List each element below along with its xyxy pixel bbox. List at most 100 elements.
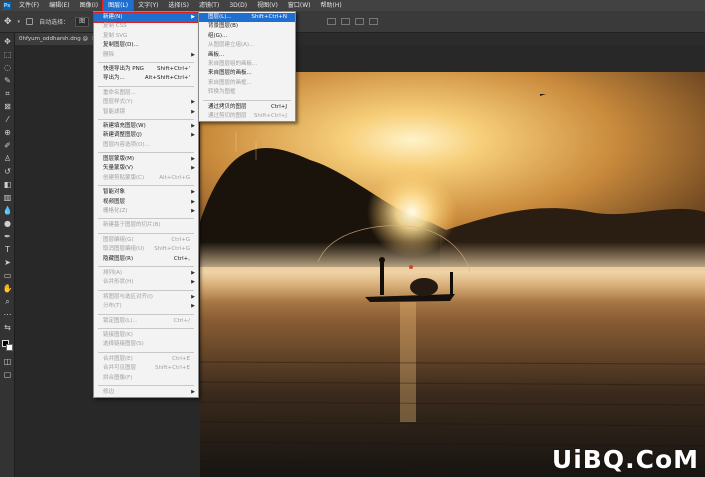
new-submenu-item-1[interactable]: 背景图层(B) bbox=[199, 22, 295, 31]
layer-menu-item-11[interactable]: 智能滤镜 ▶ bbox=[94, 108, 198, 117]
history-brush-tool-icon[interactable]: ↺ bbox=[2, 167, 13, 177]
crop-tool-icon[interactable]: ⌗ bbox=[2, 89, 13, 99]
menu-item-shortcut: Shift+Ctrl+J bbox=[253, 112, 287, 119]
move-tool-icon[interactable]: ✥ bbox=[4, 17, 12, 27]
layer-menu-item-32[interactable]: 合并形状(H) ▶ bbox=[94, 278, 198, 287]
clone-stamp-tool-icon[interactable]: ♙ bbox=[2, 154, 13, 164]
shape-tool-icon[interactable]: ▭ bbox=[2, 271, 13, 281]
dodge-tool-icon[interactable]: ● bbox=[2, 219, 13, 229]
menu-item-label: 图层(L)... bbox=[208, 14, 232, 20]
auto-select-checkbox[interactable] bbox=[26, 18, 34, 25]
document-tab[interactable]: 0hfyum_oddharsh.dng @ × bbox=[15, 33, 99, 45]
layer-menu-item-25[interactable]: 新建基于图层的切片(B) bbox=[94, 221, 198, 230]
layer-menu-item-15[interactable]: 图层内容选项(O)... bbox=[94, 141, 198, 150]
frame-tool-icon[interactable]: ⊠ bbox=[2, 102, 13, 112]
layer-menu-item-4[interactable]: 删除 ▶ bbox=[94, 51, 198, 60]
blur-tool-icon[interactable]: 💧 bbox=[2, 206, 13, 216]
menubar-item-0[interactable]: 文件(F) bbox=[14, 0, 44, 11]
layer-menu-item-13[interactable]: 新建填充图层(W) ▶ bbox=[94, 122, 198, 131]
layer-menu-item-23[interactable]: 栅格化(Z) ▶ bbox=[94, 207, 198, 216]
document-canvas-image[interactable] bbox=[200, 72, 705, 477]
new-submenu-item-7[interactable]: 来自图层的画框... bbox=[199, 79, 295, 88]
layer-menu-item-19[interactable]: 创建剪贴蒙版(C) Alt+Ctrl+G bbox=[94, 174, 198, 183]
gradient-tool-icon[interactable]: ▥ bbox=[2, 193, 13, 203]
menubar-item-9[interactable]: 窗口(W) bbox=[283, 0, 316, 11]
menubar-item-2[interactable]: 图像(I) bbox=[75, 0, 103, 11]
new-submenu-item-4[interactable]: 画板... bbox=[199, 51, 295, 60]
menu-item-label: 新建调整图层(J) bbox=[103, 132, 142, 139]
menu-item-label: 画板... bbox=[208, 51, 225, 58]
move-tool-icon[interactable]: ✥ bbox=[2, 37, 13, 47]
new-submenu-item-5[interactable]: 来自图层组的画板... bbox=[199, 60, 295, 69]
hand-tool-icon[interactable]: ✋ bbox=[2, 284, 13, 294]
menubar-item-6[interactable]: 滤镜(T) bbox=[194, 0, 224, 11]
screen-mode-icon[interactable]: ▢ bbox=[2, 370, 13, 380]
layer-menu-item-35[interactable]: 分布(T) ▶ bbox=[94, 302, 198, 311]
layer-menu-item-10[interactable]: 图层样式(Y) ▶ bbox=[94, 98, 198, 107]
layer-menu-item-40[interactable]: 选择链接图层(S) bbox=[94, 340, 198, 349]
new-submenu-item-8[interactable]: 转换为图框 bbox=[199, 88, 295, 97]
new-submenu-item-6[interactable]: 来自图层的画板... bbox=[199, 69, 295, 78]
lasso-tool-icon[interactable]: ◌ bbox=[2, 63, 13, 73]
type-tool-icon[interactable]: T bbox=[2, 245, 13, 255]
layer-menu-item-22[interactable]: 视频图层 ▶ bbox=[94, 198, 198, 207]
eyedropper-tool-icon[interactable]: ⁄ bbox=[2, 115, 13, 125]
quick-mask-icon[interactable]: ◫ bbox=[2, 357, 13, 367]
menu-item-label: 视频图层 bbox=[103, 198, 126, 205]
menu-item-shortcut: Ctrl+J bbox=[270, 103, 287, 110]
layer-menu-item-27[interactable]: 图层编组(G) Ctrl+G bbox=[94, 236, 198, 245]
quick-select-tool-icon[interactable]: ✎ bbox=[2, 76, 13, 86]
menubar-item-8[interactable]: 视图(V) bbox=[252, 0, 283, 11]
new-submenu-item-11[interactable]: 通过剪切的图层 Shift+Ctrl+J bbox=[199, 112, 295, 121]
new-submenu-item-3[interactable]: 从图层建立组(A)... bbox=[199, 41, 295, 50]
pen-tool-icon[interactable]: ✒ bbox=[2, 232, 13, 242]
layer-menu-item-14[interactable]: 新建调整图层(J) ▶ bbox=[94, 131, 198, 140]
layer-menu-item-21[interactable]: 智能对象 ▶ bbox=[94, 188, 198, 197]
tool-preset-dropdown-icon[interactable]: ▾ bbox=[18, 19, 21, 25]
brush-tool-icon[interactable]: ✐ bbox=[2, 141, 13, 151]
auto-select-dropdown[interactable]: 图 bbox=[75, 16, 90, 27]
layer-menu-item-17[interactable]: 图层蒙版(M) ▶ bbox=[94, 155, 198, 164]
layer-menu-item-29[interactable]: 隐藏图层(R) Ctrl+, bbox=[94, 255, 198, 264]
align-right-icon[interactable] bbox=[355, 18, 365, 25]
align-top-icon[interactable] bbox=[369, 18, 379, 25]
new-submenu-item-2[interactable]: 组(G)... bbox=[199, 32, 295, 41]
new-submenu-item-0[interactable]: 图层(L)... Shift+Ctrl+N bbox=[199, 13, 295, 23]
background-color-swatch[interactable] bbox=[6, 344, 13, 351]
layer-menu-item-9[interactable]: 重命名图层... bbox=[94, 89, 198, 98]
layer-menu-item-1[interactable]: 复制 CSS bbox=[94, 22, 198, 31]
menubar-item-7[interactable]: 3D(D) bbox=[224, 0, 252, 11]
zoom-tool-icon[interactable]: ⌕ bbox=[2, 297, 13, 307]
eraser-tool-icon[interactable]: ◧ bbox=[2, 180, 13, 190]
layer-menu-item-3[interactable]: 复制图层(D)... bbox=[94, 41, 198, 50]
layer-menu-item-28[interactable]: 取消图层编组(U) Shift+Ctrl+G bbox=[94, 245, 198, 254]
layer-menu-item-7[interactable]: 导出为... Alt+Shift+Ctrl+' bbox=[94, 74, 198, 83]
edit-toolbar-icon[interactable]: ⇆ bbox=[2, 323, 13, 333]
layer-menu-item-46[interactable]: 修边 ▶ bbox=[94, 388, 198, 397]
more-tools-icon[interactable]: ⋯ bbox=[2, 310, 13, 320]
layer-menu-item-0[interactable]: 新建(N) ▶ bbox=[93, 11, 199, 24]
menubar-item-10[interactable]: 帮助(H) bbox=[316, 0, 347, 11]
layer-menu-item-2[interactable]: 复制 SVG bbox=[94, 32, 198, 41]
layer-menu-item-31[interactable]: 排列(A) ▶ bbox=[94, 269, 198, 278]
menubar-item-3[interactable]: 图层(L) bbox=[102, 0, 135, 12]
healing-brush-tool-icon[interactable]: ⊕ bbox=[2, 128, 13, 138]
layer-menu-item-34[interactable]: 将图层与选区对齐(I) ▶ bbox=[94, 293, 198, 302]
layer-menu-item-42[interactable]: 合并图层(E) Ctrl+E bbox=[94, 355, 198, 364]
menubar-item-1[interactable]: 编辑(E) bbox=[44, 0, 74, 11]
photoshop-logo-icon[interactable]: Ps bbox=[0, 0, 14, 11]
menubar-item-4[interactable]: 文字(Y) bbox=[133, 0, 163, 11]
align-center-icon[interactable] bbox=[341, 18, 351, 25]
layer-menu-item-44[interactable]: 拼合图像(F) bbox=[94, 374, 198, 383]
align-left-icon[interactable] bbox=[327, 18, 337, 25]
menubar-item-5[interactable]: 选择(S) bbox=[163, 0, 194, 11]
layer-menu-item-37[interactable]: 锁定图层(L)... Ctrl+/ bbox=[94, 317, 198, 326]
marquee-tool-icon[interactable]: ⬚ bbox=[2, 50, 13, 60]
layer-menu-item-39[interactable]: 链接图层(K) bbox=[94, 331, 198, 340]
layer-menu-item-6[interactable]: 快速导出为 PNG Shift+Ctrl+' bbox=[94, 65, 198, 74]
path-select-tool-icon[interactable]: ➤ bbox=[2, 258, 13, 268]
layer-menu-item-18[interactable]: 矢量蒙版(V) ▶ bbox=[94, 164, 198, 173]
new-submenu-item-10[interactable]: 通过拷贝的图层 Ctrl+J bbox=[199, 103, 295, 112]
menu-item-label: 创建剪贴蒙版(C) bbox=[103, 174, 145, 181]
layer-menu-item-43[interactable]: 合并可见图层 Shift+Ctrl+E bbox=[94, 364, 198, 373]
